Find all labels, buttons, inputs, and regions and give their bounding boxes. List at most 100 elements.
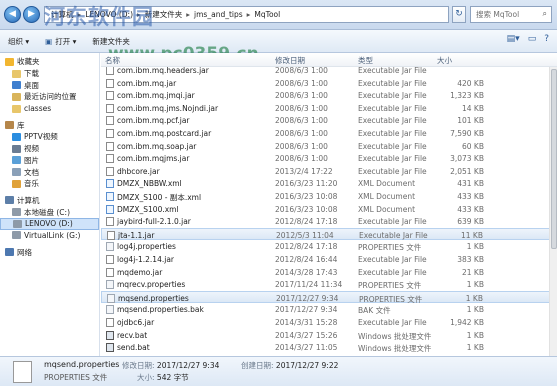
nav-item[interactable]: 库 — [0, 119, 99, 131]
file-name: log4j.properties — [117, 242, 176, 252]
file-row[interactable]: log4j-1.2.14.jar 2012/8/24 16:44 Executabl… — [101, 253, 557, 266]
file-type: Executable Jar File — [358, 255, 427, 264]
file-name: send.bat — [117, 343, 150, 353]
nav-item[interactable]: 最近访问的位置 — [0, 91, 99, 103]
file-row[interactable]: mqrecv.properties 2017/11/24 11:34 PROPERT… — [101, 278, 557, 291]
file-type: XML Document — [358, 204, 416, 214]
file-row[interactable]: mqdemo.jar 2014/3/28 17:43 Executable Jar … — [101, 266, 557, 279]
file-row[interactable]: com.ibm.mq.headers.jar 2008/6/3 1:00 Execu… — [101, 67, 557, 77]
details-pane: mqsend.properties PROPERTIES 文件 修改日期: 20… — [0, 356, 557, 386]
nav-item-label: 网络 — [17, 247, 32, 257]
open-label: 打开 ▾ — [55, 36, 77, 46]
nav-item[interactable]: classes — [0, 103, 99, 115]
nav-item[interactable]: 音乐 — [0, 178, 99, 190]
music-icon — [12, 179, 21, 188]
navigation-pane: 收藏夹 下载 桌面 最近访问的位置 classes 库 PPTV视频 视频 图片文档 音乐计算机本… — [0, 53, 100, 356]
nav-item[interactable]: 网络 — [0, 246, 99, 258]
nav-item[interactable]: 计算机 — [0, 195, 99, 207]
refresh-icon[interactable]: ↻ — [452, 6, 466, 23]
desktop-icon — [12, 81, 21, 90]
file-row[interactable]: com.ibm.mq.soap.jar 2008/6/3 1:00 Executab… — [101, 140, 557, 153]
nav-item[interactable]: PPTV视频 — [0, 131, 99, 143]
file-row[interactable]: jta-1.1.jar 2012/5/3 11:04 Executable Jar … — [101, 227, 557, 241]
file-name: mqdemo.jar — [117, 267, 163, 277]
nav-item-label: 图片 — [24, 155, 39, 165]
file-row[interactable]: DMZX_NBBW.xml 2016/3/23 11:20 XML Document… — [101, 177, 557, 190]
forward-arrow-icon[interactable]: ▶ — [23, 6, 40, 23]
library-icon — [5, 121, 14, 130]
column-size[interactable]: 大小 — [437, 55, 452, 66]
nav-item[interactable]: LENOVO (D:) — [0, 217, 99, 230]
breadcrumb-subfolder[interactable]: jms_and_tips — [194, 10, 243, 19]
jar-file-icon — [106, 67, 114, 75]
nav-item-label: 最近访问的位置 — [24, 92, 77, 102]
explorer-window: ◀ ▶ 计算机 ▸ LENOVO (D:) ▸ 新建文件夹 ▸ jms_and_tip… — [0, 0, 557, 386]
file-row[interactable]: DMZX_S100.xml 2016/3/23 10:08 XML Document… — [101, 203, 557, 216]
nav-item[interactable]: 桌面 — [0, 79, 99, 91]
command-bar: 组织 ▾ ▣ 打开 ▾ 新建文件夹 ▤▾ ▭ ? — [0, 30, 557, 53]
jar-file-icon — [107, 230, 115, 240]
file-row[interactable]: mqsend.properties.bak 2017/12/27 9:34 BAK … — [101, 303, 557, 316]
file-row[interactable]: com.ibm.mq.jms.Nojndi.jar 2008/6/3 1:00 Ex… — [101, 102, 557, 115]
nav-item[interactable]: 本地磁盘 (C:) — [0, 206, 99, 218]
file-date: 2012/5/3 11:04 — [276, 230, 334, 240]
breadcrumb-current[interactable]: MqTool — [254, 10, 280, 19]
file-name: dhbcore.jar — [117, 166, 160, 176]
file-row[interactable]: send.bat 2014/3/27 11:05 Windows 批处理文件 1 KB — [101, 341, 557, 354]
search-input[interactable]: 搜索 MqTool ⌕ — [470, 6, 552, 23]
column-type[interactable]: 类型 — [358, 55, 373, 66]
file-row[interactable]: com.ibm.mq.pcf.jar 2008/6/3 1:00 Executabl… — [101, 114, 557, 127]
xml-file-icon — [106, 204, 114, 214]
search-icon[interactable]: ⌕ — [543, 9, 547, 19]
watermark-logo: 河东软件园 — [44, 4, 154, 29]
file-row[interactable]: com.ibm.mq.jmqi.jar 2008/6/3 1:00 Executab… — [101, 89, 557, 102]
file-date: 2014/3/28 17:43 — [275, 267, 338, 277]
column-date[interactable]: 修改日期 — [275, 55, 305, 66]
file-type: Executable Jar File — [358, 217, 427, 227]
help-icon[interactable]: ? — [544, 34, 549, 44]
back-arrow-icon[interactable]: ◀ — [4, 6, 21, 23]
file-row[interactable]: mqsend.properties 2017/12/27 9:34 PROPERTI… — [101, 290, 557, 304]
nav-item[interactable]: 收藏夹 — [0, 56, 99, 68]
jar-file-icon — [106, 166, 114, 176]
file-type: Executable Jar File — [358, 116, 427, 126]
file-date: 2008/6/3 1:00 — [275, 103, 328, 113]
nav-item[interactable]: 视频 — [0, 143, 99, 155]
file-date: 2013/2/4 17:22 — [275, 166, 333, 176]
jar-file-icon — [106, 78, 114, 88]
scrollbar-thumb[interactable] — [551, 69, 557, 249]
file-date: 2008/6/3 1:00 — [275, 141, 328, 151]
properties-file-icon — [13, 361, 32, 383]
file-name: com.ibm.mq.postcard.jar — [117, 129, 212, 138]
open-button[interactable]: ▣ 打开 ▾ — [45, 36, 76, 47]
file-row[interactable]: DMZX_S100 - 副本.xml 2016/3/23 10:08 XML Doc… — [101, 190, 557, 203]
prop-file-icon — [106, 305, 114, 315]
organize-button[interactable]: 组织 ▾ — [8, 36, 29, 47]
preview-pane-icon[interactable]: ▭ — [528, 34, 537, 44]
computer-icon — [5, 196, 14, 205]
network-icon — [5, 248, 14, 257]
nav-item[interactable]: 下载 — [0, 68, 99, 80]
file-size: 3,073 KB — [450, 154, 484, 164]
xml-file-icon — [106, 192, 114, 201]
file-row[interactable]: ojdbc6.jar 2014/3/31 15:28 Executable Jar … — [101, 316, 557, 329]
file-row[interactable]: com.ibm.mq.postcard.jar 2008/6/3 1:00 Exec… — [101, 127, 557, 140]
view-options-icon[interactable]: ▤▾ — [507, 34, 520, 44]
column-name[interactable]: 名称 — [105, 55, 120, 66]
file-row[interactable]: recv.bat 2014/3/27 15:26 Windows 批处理文件 1 KB — [101, 329, 557, 342]
nav-item[interactable]: 文档 — [0, 166, 99, 178]
file-row[interactable]: jaybird-full-2.1.0.jar 2012/8/24 17:18 Exe… — [101, 215, 557, 228]
nav-item[interactable]: VirtualLink (G:) — [0, 230, 99, 242]
file-row[interactable]: com.ibm.mqjms.jar 2008/6/3 1:00 Executable… — [101, 152, 557, 165]
jar-file-icon — [106, 217, 114, 227]
nav-item-label: 文档 — [24, 167, 39, 177]
nav-item[interactable]: 图片 — [0, 155, 99, 167]
file-row[interactable]: dhbcore.jar 2013/2/4 17:22 Executable Jar … — [101, 165, 557, 178]
file-row[interactable]: log4j.properties 2012/8/24 17:18 PROPERTIE… — [101, 240, 557, 253]
file-size: 1 KB — [466, 305, 484, 315]
vertical-scrollbar[interactable] — [549, 67, 557, 356]
file-row[interactable]: com.ibm.mq.jar 2008/6/3 1:00 Executable Ja… — [101, 77, 557, 90]
folder-icon — [12, 104, 21, 113]
jar-file-icon — [106, 116, 114, 126]
file-date: 2017/12/27 9:34 — [275, 305, 338, 315]
